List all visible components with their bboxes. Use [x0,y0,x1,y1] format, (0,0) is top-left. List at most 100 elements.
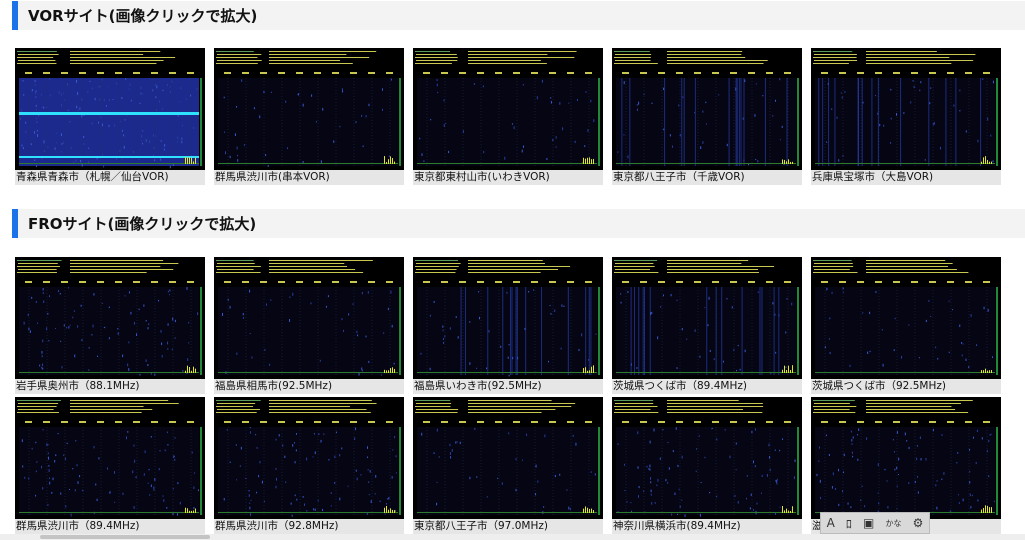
card-caption[interactable]: 東京都八王子市（千歳VOR) [612,170,802,185]
noise-speck [27,313,29,317]
card-caption[interactable]: 群馬県渋川市（92.8MHz) [214,519,404,534]
noise-speck [251,356,253,359]
time-axis-label [133,421,140,423]
noise-speck [36,121,38,123]
card-caption[interactable]: 群馬県渋川市(串本VOR) [214,170,404,185]
spectrogram-thumbnail[interactable] [15,48,205,170]
spectrogram-thumbnail[interactable] [214,48,404,170]
fro-card-5[interactable]: 茨城県つくば市（92.5MHz) [811,257,1001,394]
noise-speck [820,496,822,500]
noise-speck [793,476,795,480]
time-axis-label [115,421,122,423]
noise-speck [101,154,103,156]
noise-speck [58,90,60,94]
noise-speck [883,124,885,127]
spectrogram-thumbnail[interactable] [15,257,205,379]
furigana-icon[interactable]: かな [886,518,902,529]
noise-speck [478,291,480,293]
card-caption[interactable]: 茨城県つくば市（92.5MHz) [811,379,1001,394]
header-text-line [17,63,57,64]
fro-card-3[interactable]: 福島県いわき市(92.5MHz) [413,257,603,394]
noise-speck [829,352,831,354]
time-axis-label [875,421,882,423]
noise-speck [341,318,343,321]
spectrum-peak [784,510,785,513]
noise-speck [63,454,65,456]
vor-card-3[interactable]: 東京都東村山市(いわきVOR) [413,48,603,185]
noise-speck [442,329,444,332]
noise-speck [930,315,932,318]
vor-card-2[interactable]: 群馬県渋川市(串本VOR) [214,48,404,185]
spectrum-peak [189,510,190,513]
meteor-streak [736,78,738,166]
fro-card-4[interactable]: 茨城県つくば市（89.4MHz) [612,257,802,394]
card-caption[interactable]: 東京都東村山市(いわきVOR) [413,170,603,185]
fro-card-7[interactable]: 群馬県渋川市（92.8MHz) [214,397,404,534]
fro-card-9[interactable]: 神奈川県横浜市(89.4MHz) [612,397,802,534]
spectrogram-image [214,257,404,379]
time-axis-label [368,72,375,74]
spectrogram-thumbnail[interactable] [612,397,802,519]
noise-speck [443,99,445,102]
spectrogram-thumbnail[interactable] [612,257,802,379]
spectrogram-thumbnail[interactable] [811,48,1001,170]
noise-speck [356,330,358,334]
speaker-icon[interactable]: ﾛ [846,515,852,532]
noise-speck [343,329,345,332]
vor-card-1[interactable]: 青森県青森市（札幌／仙台VOR) [15,48,205,185]
noise-speck [957,494,959,496]
noise-speck [785,366,787,369]
spectrogram-thumbnail[interactable] [811,397,1001,519]
time-axis-label [423,421,430,423]
noise-speck [507,356,509,359]
noise-speck [242,317,244,319]
noise-speck [355,427,357,431]
fro-card-1[interactable]: 岩手県奥州市（88.1MHz) [15,257,205,394]
horizontal-scrollbar[interactable] [0,534,1025,540]
card-caption[interactable]: 岩手県奥州市（88.1MHz) [15,379,205,394]
spectrogram-plot-area [616,78,796,166]
spectrogram-thumbnail[interactable] [214,397,404,519]
spectrogram-thumbnail[interactable] [811,257,1001,379]
spectrogram-thumbnail[interactable] [413,257,603,379]
vor-card-4[interactable]: 東京都八王子市（千歳VOR) [612,48,802,185]
noise-speck [240,446,242,450]
card-caption[interactable]: 神奈川県横浜市(89.4MHz) [612,519,802,534]
spectrogram-thumbnail[interactable] [612,48,802,170]
noise-speck [624,463,626,466]
noise-speck [314,451,316,455]
noise-speck [936,506,938,510]
header-text-line [615,54,652,55]
noise-speck [119,149,121,152]
card-caption[interactable]: 群馬県渋川市（89.4MHz) [15,519,205,534]
noise-speck [896,508,898,510]
noise-speck [760,492,762,494]
spectrum-peak [585,367,586,373]
time-axis-label [314,72,321,74]
noise-speck [835,487,837,490]
card-caption[interactable]: 茨城県つくば市（89.4MHz) [612,379,802,394]
card-caption[interactable]: 福島県相馬市(92.5MHz) [214,379,404,394]
fro-card-2[interactable]: 福島県相馬市(92.5MHz) [214,257,404,394]
card-caption[interactable]: 福島県いわき市(92.5MHz) [413,379,603,394]
noise-speck [34,84,36,86]
spectrogram-thumbnail[interactable] [15,397,205,519]
fro-card-8[interactable]: 東京都八王子市（97.0MHz) [413,397,603,534]
fro-card-6[interactable]: 群馬県渋川市（89.4MHz) [15,397,205,534]
spectrogram-thumbnail[interactable] [413,397,603,519]
text-size-icon[interactable]: A [827,516,835,530]
card-caption[interactable]: 東京都八王子市（97.0MHz) [413,519,603,534]
noise-speck [35,96,37,98]
card-caption[interactable]: 青森県青森市（札幌／仙台VOR) [15,170,205,185]
noise-speck [141,134,143,138]
noise-speck [875,291,877,293]
reader-icon[interactable]: ▣ [863,516,874,530]
spectrogram-thumbnail[interactable] [214,257,404,379]
scrollbar-thumb[interactable] [40,535,210,539]
vor-card-5[interactable]: 兵庫県宝塚市（大島VOR) [811,48,1001,185]
spectrogram-thumbnail[interactable] [413,48,603,170]
carrier-band [19,112,199,115]
card-caption[interactable]: 兵庫県宝塚市（大島VOR) [811,170,1001,185]
settings-icon[interactable]: ⚙ [913,516,924,530]
noise-speck [367,456,369,458]
